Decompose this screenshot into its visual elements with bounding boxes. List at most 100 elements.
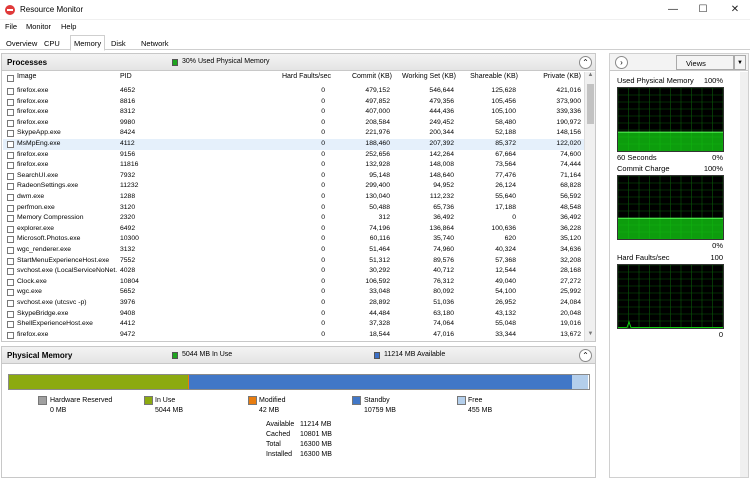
table-row[interactable]: firefox.exe 9472 0 18,544 47,016 33,344 13,672 — [3, 330, 585, 341]
cell-pid: 4028 — [120, 267, 136, 275]
tab-network[interactable]: Network — [138, 37, 172, 50]
graph-used-physical-memory-max: 100% — [703, 76, 723, 85]
table-row[interactable]: SearchUI.exe 7932 0 95,148 148,640 77,476 71,1… — [3, 171, 585, 182]
menu-file[interactable]: File — [5, 22, 17, 31]
table-row[interactable]: Clock.exe 10804 0 106,592 76,312 49,040 27,272 — [3, 277, 585, 288]
cell-commit: 33,048 — [369, 288, 390, 296]
table-row[interactable]: SkypeBridge.exe 9408 0 44,484 63,180 43,132 20… — [3, 309, 585, 320]
maximize-button[interactable]: ☐ — [688, 0, 718, 20]
row-checkbox[interactable] — [7, 183, 14, 191]
table-row[interactable]: svchost.exe (utcsvc -p) 3976 0 28,892 51,036… — [3, 298, 585, 309]
cell-working-set: 546,644 — [429, 87, 454, 94]
row-checkbox[interactable] — [7, 215, 14, 223]
graphs-expand-button[interactable]: › — [615, 56, 628, 69]
row-checkbox[interactable] — [7, 172, 14, 180]
graph-commit-charge-title: Commit Charge — [617, 164, 670, 173]
col-shareable[interactable]: Shareable (KB) — [456, 73, 518, 85]
table-row[interactable]: firefox.exe 4652 0 479,152 546,644 125,628 421… — [3, 86, 585, 97]
row-checkbox[interactable] — [7, 119, 14, 127]
row-checkbox[interactable] — [7, 321, 14, 329]
memory-usage-bar — [8, 374, 590, 390]
table-row[interactable]: firefox.exe 8816 0 497,852 479,356 105,456 373… — [3, 97, 585, 108]
row-checkbox[interactable] — [7, 130, 14, 138]
menu-monitor[interactable]: Monitor — [26, 22, 51, 31]
table-row[interactable]: wgc_renderer.exe 3132 0 51,464 74,960 40,324 3… — [3, 245, 585, 256]
col-working-set[interactable]: Working Set (KB) — [394, 73, 456, 85]
row-checkbox[interactable] — [7, 257, 14, 265]
graphs-scrollbar[interactable] — [740, 72, 748, 477]
close-button[interactable]: ✕ — [720, 0, 750, 20]
processes-panel: Processes 30% Used Physical Memory ⌃ Ima… — [1, 53, 596, 342]
row-checkbox[interactable] — [7, 194, 14, 201]
graph-canvas — [618, 265, 723, 328]
row-checkbox[interactable] — [7, 204, 14, 212]
row-checkbox[interactable] — [7, 236, 14, 244]
table-row[interactable]: RadeonSettings.exe 11232 0 299,400 94,952 26,… — [3, 181, 585, 192]
hard-faults-graph — [617, 264, 724, 329]
row-checkbox[interactable] — [7, 109, 14, 117]
row-checkbox[interactable] — [7, 310, 14, 318]
processes-scrollbar[interactable]: ▲ ▼ — [584, 72, 595, 341]
table-row[interactable]: ShellExperienceHost.exe 4412 0 37,328 74,064… — [3, 319, 585, 330]
table-row[interactable]: Memory Compression 2320 0 312 36,492 0 36,492 — [3, 213, 585, 224]
col-image[interactable]: Image — [17, 73, 36, 85]
views-dropdown-arrow-icon[interactable]: ▼ — [734, 55, 746, 70]
row-checkbox[interactable] — [7, 247, 14, 254]
row-checkbox[interactable] — [7, 331, 14, 339]
col-private[interactable]: Private (KB) — [518, 73, 581, 85]
available-indicator: 11214 MB Available — [384, 351, 446, 358]
table-row[interactable]: MsMpEng.exe 4112 0 188,460 207,392 85,372 122,… — [3, 139, 585, 150]
table-row[interactable]: perfmon.exe 3120 0 50,488 65,736 17,188 48,548 — [3, 203, 585, 214]
table-row[interactable]: firefox.exe 8312 0 407,000 444,436 105,100 339… — [3, 107, 585, 118]
row-checkbox[interactable] — [7, 162, 14, 170]
cell-pid: 11816 — [120, 161, 139, 169]
cell-image: ShellExperienceHost.exe — [17, 320, 93, 328]
tab-disk[interactable]: Disk — [108, 37, 129, 50]
scroll-up-arrow-icon[interactable]: ▲ — [585, 72, 596, 82]
minimize-button[interactable]: — — [658, 0, 688, 20]
cell-image: firefox.exe — [17, 118, 49, 126]
table-row[interactable]: dwm.exe 1288 0 130,040 112,232 55,640 56,592 — [3, 192, 585, 203]
row-checkbox[interactable] — [7, 268, 14, 276]
row-checkbox[interactable] — [7, 151, 14, 159]
views-button[interactable]: Views — [676, 55, 734, 70]
select-all-checkbox[interactable] — [7, 75, 14, 82]
row-checkbox[interactable] — [7, 289, 14, 297]
table-row[interactable]: svchost.exe (LocalServiceNoNet... 4028 0 30… — [3, 266, 585, 277]
table-row[interactable]: Microsoft.Photos.exe 10300 0 60,116 35,740 62… — [3, 234, 585, 245]
cell-image: wgc.exe — [17, 288, 42, 296]
table-row[interactable]: wgc.exe 5652 0 33,048 80,092 54,100 25,992 — [3, 287, 585, 298]
col-hard-faults[interactable]: Hard Faults/sec — [256, 73, 331, 85]
table-row[interactable]: explorer.exe 6492 0 74,196 136,864 100,636 36,… — [3, 224, 585, 235]
physical-memory-header[interactable]: Physical Memory 5044 MB In Use 11214 MB … — [2, 347, 595, 364]
row-checkbox[interactable] — [7, 278, 14, 286]
cell-pid: 6492 — [120, 224, 136, 232]
tab-overview[interactable]: Overview — [3, 37, 40, 50]
row-checkbox[interactable] — [7, 88, 14, 95]
table-row[interactable]: firefox.exe 9156 0 252,656 142,264 67,664 74,6… — [3, 150, 585, 161]
cell-pid: 8816 — [120, 97, 136, 105]
cell-shareable: 33,344 — [495, 330, 516, 338]
table-row[interactable]: StartMenuExperienceHost.exe 7552 0 51,312 89… — [3, 256, 585, 267]
col-commit[interactable]: Commit (KB) — [322, 73, 392, 85]
tab-cpu[interactable]: CPU — [41, 37, 63, 50]
processes-collapse-button[interactable]: ⌃ — [579, 56, 592, 69]
cell-working-set: 444,436 — [429, 108, 454, 116]
menu-help[interactable]: Help — [61, 22, 76, 31]
row-checkbox[interactable] — [7, 300, 14, 307]
scrollbar-thumb[interactable] — [587, 84, 594, 124]
cell-commit: 130,040 — [365, 193, 390, 200]
row-checkbox[interactable] — [7, 98, 14, 106]
processes-header[interactable]: Processes 30% Used Physical Memory ⌃ — [2, 54, 595, 71]
row-checkbox[interactable] — [7, 141, 14, 148]
table-row[interactable]: firefox.exe 9980 0 208,584 249,452 58,480 190,… — [3, 118, 585, 129]
physical-memory-collapse-button[interactable]: ⌃ — [579, 349, 592, 362]
table-row[interactable]: SkypeApp.exe 8424 0 221,976 200,344 52,188 148… — [3, 128, 585, 139]
tab-memory[interactable]: Memory — [70, 35, 106, 51]
cell-pid: 8312 — [120, 108, 136, 116]
row-checkbox[interactable] — [7, 225, 14, 233]
cell-pid: 8424 — [120, 129, 136, 137]
scroll-down-arrow-icon[interactable]: ▼ — [585, 331, 596, 341]
table-row[interactable]: firefox.exe 11816 0 132,928 148,008 73,564 74,… — [3, 160, 585, 171]
col-pid[interactable]: PID — [120, 73, 132, 85]
